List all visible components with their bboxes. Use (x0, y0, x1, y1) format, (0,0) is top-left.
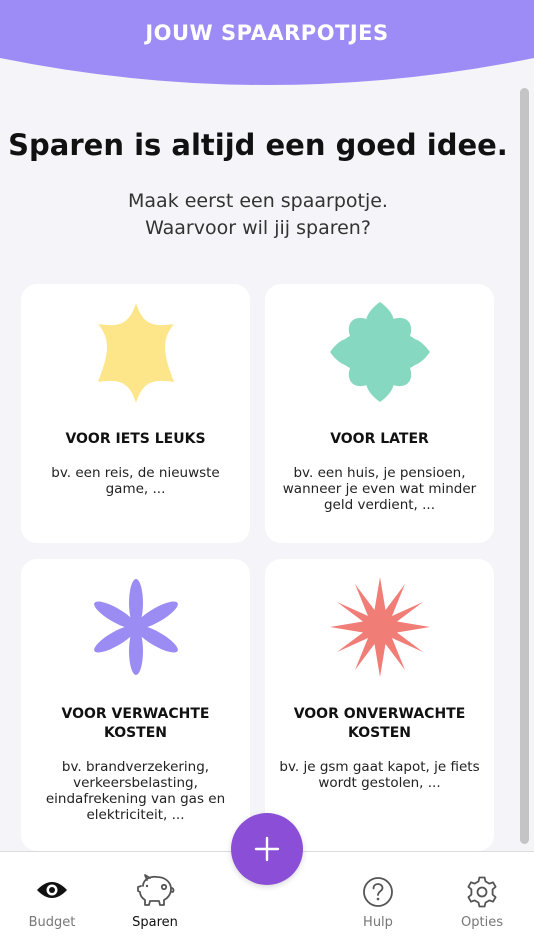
card-description: bv. brandverzekering, verkeersbelasting,… (45, 759, 226, 823)
nav-label: Budget (28, 915, 76, 930)
nav-label: Opties (461, 915, 503, 930)
subline-2: Waarvoor wil jij sparen? (145, 217, 371, 239)
card-title: VOOR IETS LEUKS (65, 431, 206, 447)
nav-item-hulp[interactable]: Hulp (333, 852, 423, 950)
card-description: bv. een huis, je pensioen, wanneer je ev… (282, 465, 477, 513)
star-shape-icon (97, 303, 174, 403)
page-title: JOUW SPAARPOTJES (145, 21, 389, 45)
headline: Sparen is altijd een goed idee. (8, 128, 508, 162)
flower-shape-icon (93, 579, 178, 675)
gear-icon (467, 876, 497, 908)
eye-icon (37, 882, 67, 898)
card-later[interactable]: VOOR LATER bv. een huis, je pensioen, wa… (265, 284, 494, 543)
card-description: bv. een reis, de nieuwste game, ... (51, 465, 220, 497)
card-verwachte-kosten[interactable]: VOOR VERWACHTE KOSTEN bv. brandverzekeri… (21, 559, 250, 851)
add-spaarpotje-button[interactable] (231, 813, 303, 885)
nav-label: Sparen (132, 915, 178, 930)
nav-label: Hulp (363, 915, 393, 930)
app-header: JOUW SPAARPOTJES (0, 0, 534, 86)
card-title: VOOR LATER (330, 431, 429, 447)
subline-1: Maak eerst een spaarpotje. (128, 190, 388, 212)
nav-item-opties[interactable]: Opties (437, 852, 527, 950)
nav-item-sparen[interactable]: Sparen (110, 852, 200, 950)
piggy-bank-icon (137, 874, 175, 906)
card-title: VOOR VERWACHTE KOSTEN (61, 706, 210, 741)
card-onverwachte-kosten[interactable]: VOOR ONVERWACHTE KOSTEN bv. je gsm gaat … (265, 559, 494, 851)
nav-item-budget[interactable]: Budget (7, 852, 97, 950)
subline: Maak eerst een spaarpotje. Waarvoor wil … (0, 188, 516, 242)
help-icon (363, 877, 393, 907)
scrollbar[interactable] (517, 88, 531, 848)
card-iets-leuks[interactable]: VOOR IETS LEUKS bv. een reis, de nieuwst… (21, 284, 250, 543)
plus-icon (254, 836, 280, 862)
card-description: bv. je gsm gaat kapot, je fiets wordt ge… (279, 759, 480, 791)
clover-shape-icon (329, 302, 430, 402)
card-title: VOOR ONVERWACHTE KOSTEN (293, 706, 466, 741)
burst-shape-icon (329, 577, 430, 677)
scrollbar-thumb[interactable] (520, 88, 529, 844)
